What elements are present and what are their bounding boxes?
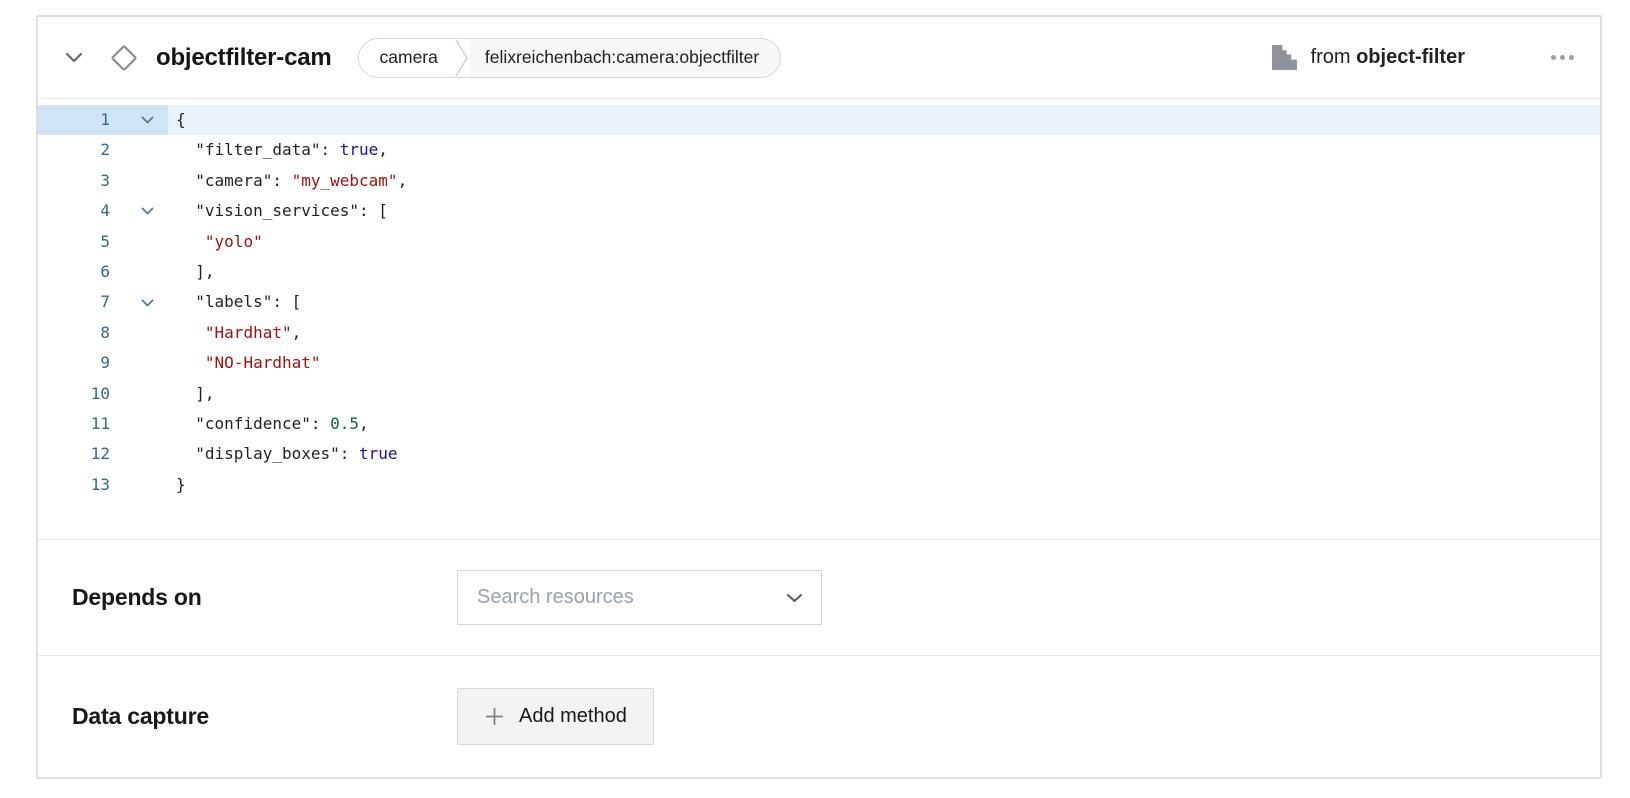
data-capture-label: Data capture — [72, 703, 457, 730]
line-number: 7 — [38, 287, 110, 317]
code-line-text: ], — [168, 379, 1600, 409]
chevron-down-icon — [786, 593, 803, 603]
code-line[interactable]: 8 "Hardhat", — [38, 318, 1600, 348]
code-line-text: "confidence": 0.5, — [168, 409, 1600, 439]
code-line-text: "filter_data": true, — [168, 135, 1600, 165]
fold-gutter-empty — [110, 439, 168, 469]
code-line-text: "NO-Hardhat" — [168, 348, 1600, 378]
fold-gutter-empty — [110, 318, 168, 348]
code-line-text: "yolo" — [168, 227, 1600, 257]
fold-gutter-empty — [110, 470, 168, 500]
fold-gutter-empty — [110, 257, 168, 287]
badge-separator-icon — [454, 39, 470, 77]
resource-card: objectfilter-cam camera felixreichenbach… — [36, 15, 1602, 779]
search-resources-placeholder: Search resources — [477, 586, 634, 609]
code-line[interactable]: 4 "vision_services": [ — [38, 196, 1600, 226]
line-number: 11 — [38, 409, 110, 439]
fold-gutter-empty — [110, 379, 168, 409]
fold-chevron-icon[interactable] — [110, 105, 168, 135]
fold-gutter-empty — [110, 135, 168, 165]
search-resources-dropdown[interactable]: Search resources — [457, 570, 822, 625]
module-source[interactable]: from object-filter — [1271, 44, 1465, 71]
code-line[interactable]: 7 "labels": [ — [38, 287, 1600, 317]
code-line-text: "vision_services": [ — [168, 196, 1600, 226]
code-line[interactable]: 13} — [38, 470, 1600, 500]
depends-on-label: Depends on — [72, 584, 457, 611]
code-line-text: } — [168, 470, 1600, 500]
fold-gutter-empty — [110, 348, 168, 378]
code-line[interactable]: 3 "camera": "my_webcam", — [38, 166, 1600, 196]
code-line[interactable]: 10 ], — [38, 379, 1600, 409]
resource-type: camera — [359, 39, 454, 77]
line-number: 1 — [38, 105, 110, 135]
code-line-text: "labels": [ — [168, 287, 1600, 317]
code-editor[interactable]: 1{2 "filter_data": true,3 "camera": "my_… — [38, 99, 1600, 540]
line-number: 9 — [38, 348, 110, 378]
collapse-chevron-icon[interactable] — [64, 48, 84, 68]
code-line-text: "Hardhat", — [168, 318, 1600, 348]
line-number: 13 — [38, 470, 110, 500]
code-line-text: "camera": "my_webcam", — [168, 166, 1600, 196]
resource-name: objectfilter-cam — [156, 44, 332, 72]
module-source-label: from object-filter — [1311, 46, 1465, 69]
resource-card-header: objectfilter-cam camera felixreichenbach… — [38, 17, 1600, 99]
code-line-text: { — [168, 105, 1600, 135]
code-line-text: "display_boxes": true — [168, 439, 1600, 469]
fold-gutter-empty — [110, 409, 168, 439]
code-line[interactable]: 2 "filter_data": true, — [38, 135, 1600, 165]
line-number: 10 — [38, 379, 110, 409]
add-method-label: Add method — [519, 705, 627, 728]
line-number: 8 — [38, 318, 110, 348]
line-number: 3 — [38, 166, 110, 196]
line-number: 12 — [38, 439, 110, 469]
plus-icon — [484, 706, 505, 727]
code-line[interactable]: 12 "display_boxes": true — [38, 439, 1600, 469]
fold-gutter-empty — [110, 227, 168, 257]
resource-model: felixreichenbach:camera:objectfilter — [470, 39, 780, 77]
fold-chevron-icon[interactable] — [110, 287, 168, 317]
line-number: 6 — [38, 257, 110, 287]
fold-chevron-icon[interactable] — [110, 196, 168, 226]
line-number: 5 — [38, 227, 110, 257]
depends-on-section: Depends on Search resources — [38, 540, 1600, 656]
code-line[interactable]: 1{ — [38, 105, 1600, 135]
code-line[interactable]: 5 "yolo" — [38, 227, 1600, 257]
fold-gutter-empty — [110, 166, 168, 196]
code-line-text: ], — [168, 257, 1600, 287]
code-line[interactable]: 6 ], — [38, 257, 1600, 287]
code-line[interactable]: 11 "confidence": 0.5, — [38, 409, 1600, 439]
line-number: 2 — [38, 135, 110, 165]
line-number: 4 — [38, 196, 110, 226]
add-method-button[interactable]: Add method — [457, 688, 654, 745]
camera-component-diamond-icon — [108, 42, 140, 74]
overflow-menu-button[interactable] — [1549, 49, 1576, 66]
data-capture-section: Data capture Add method — [38, 656, 1600, 777]
resource-type-badge: camera felixreichenbach:camera:objectfil… — [358, 38, 782, 78]
module-icon — [1271, 44, 1298, 71]
code-line[interactable]: 9 "NO-Hardhat" — [38, 348, 1600, 378]
module-name: object-filter — [1356, 46, 1465, 68]
